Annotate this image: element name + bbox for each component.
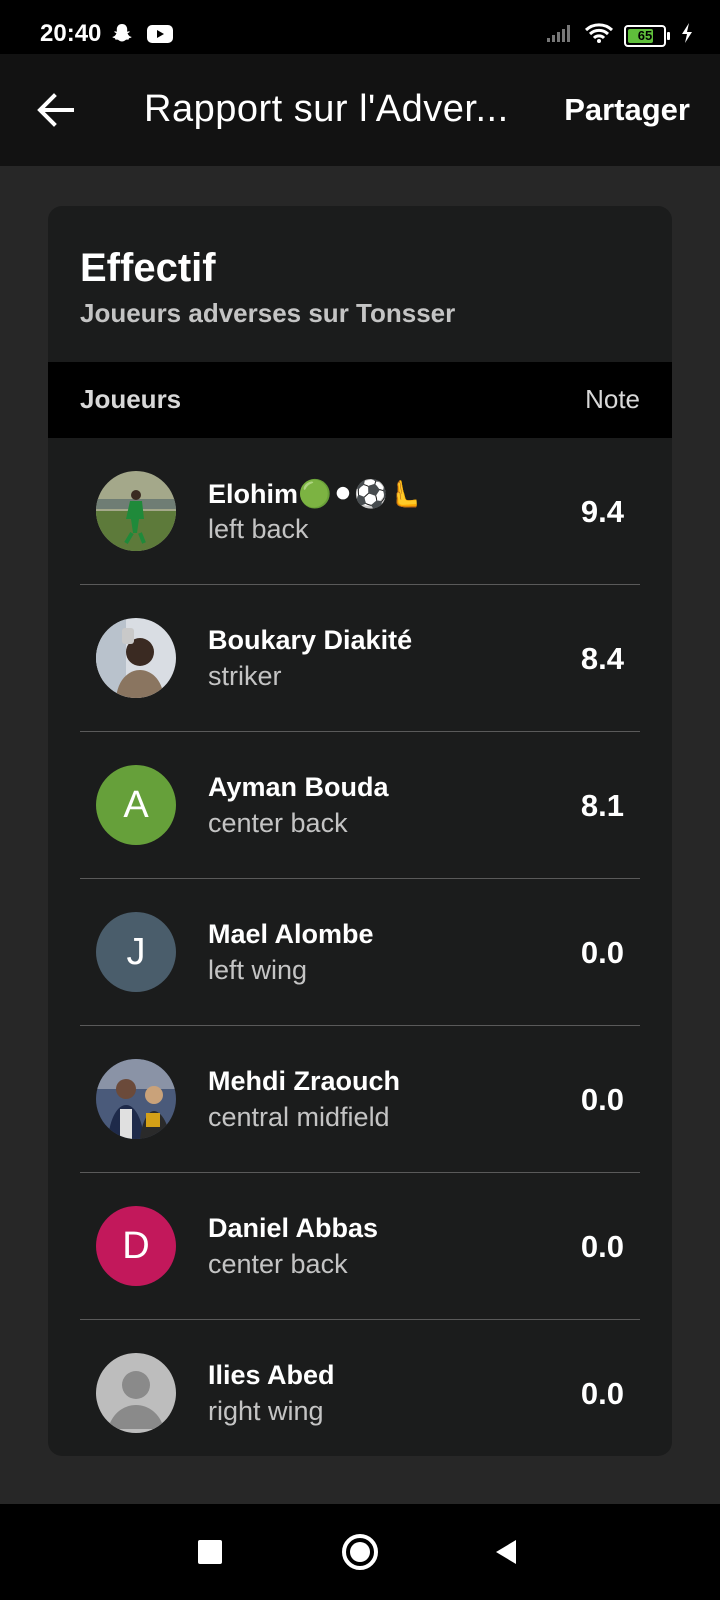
youtube-icon: [146, 23, 174, 50]
player-rating: 0.0: [580, 1082, 624, 1117]
recent-apps-button[interactable]: [198, 1540, 222, 1569]
avatar-letter: D: [122, 1224, 150, 1267]
player-rating: 0.0: [580, 1229, 624, 1264]
avatar: D: [96, 1206, 176, 1286]
player-list: Elohim🟢⚫⚽🫷 left back 9.4 Boukary Diakité…: [80, 438, 640, 1456]
avatar: J: [96, 912, 176, 992]
signal-icon: [546, 23, 574, 48]
avatar-letter: A: [123, 783, 149, 826]
arrow-left-icon: [37, 93, 74, 127]
back-button[interactable]: [36, 92, 76, 128]
app-bar: Rapport sur l'Adver... Partager: [0, 54, 720, 166]
player-rating: 8.4: [580, 641, 624, 676]
player-row[interactable]: J Mael Alombe left wing 0.0: [80, 879, 640, 1026]
charging-bolt-icon: [680, 22, 694, 49]
player-rating: 9.4: [580, 494, 624, 529]
player-rating: 0.0: [580, 935, 624, 970]
avatar-letter: J: [126, 930, 146, 973]
player-name: Ilies Abed: [208, 1360, 335, 1390]
player-position: central midfield: [208, 1102, 390, 1132]
home-icon: [342, 1534, 378, 1570]
player-name: Mael Alombe: [208, 919, 374, 949]
battery-icon: 65: [624, 24, 670, 47]
table-header: Joueurs Note: [48, 362, 672, 438]
notification-icons: [110, 22, 174, 51]
player-position: striker: [208, 661, 282, 691]
status-time: 20:40: [40, 20, 102, 47]
column-header-rating: Note: [585, 384, 640, 414]
navigation-bar: [0, 1504, 720, 1600]
share-button[interactable]: Partager: [564, 92, 690, 128]
player-row[interactable]: Boukary Diakité striker 8.4: [80, 585, 640, 732]
page-title: Rapport sur l'Adver...: [144, 88, 509, 130]
player-row[interactable]: Ilies Abed right wing 0.0: [80, 1320, 640, 1456]
card-subtitle: Joueurs adverses sur Tonsser: [80, 298, 456, 328]
back-nav-button[interactable]: [494, 1538, 518, 1571]
player-position: center back: [208, 1249, 348, 1279]
column-header-players: Joueurs: [80, 384, 182, 414]
avatar: [96, 1059, 176, 1139]
battery-level: 65: [637, 28, 653, 43]
player-row[interactable]: A Ayman Bouda center back 8.1: [80, 732, 640, 879]
player-position: left back: [208, 514, 309, 544]
snapchat-icon: [110, 22, 134, 51]
system-icons: 65: [546, 22, 694, 49]
player-row[interactable]: Mehdi Zraouch central midfield 0.0: [80, 1026, 640, 1173]
player-name: Daniel Abbas: [208, 1213, 379, 1243]
home-button[interactable]: [340, 1532, 380, 1577]
player-name: Boukary Diakité: [208, 625, 413, 655]
player-rating: 0.0: [580, 1376, 624, 1411]
player-position: left wing: [208, 955, 308, 985]
default-avatar-icon: [96, 1353, 176, 1433]
player-row[interactable]: D Daniel Abbas center back 0.0: [80, 1173, 640, 1320]
avatar: A: [96, 765, 176, 845]
player-position: right wing: [208, 1396, 324, 1426]
recent-apps-icon: [198, 1540, 222, 1564]
wifi-icon: [584, 22, 614, 49]
player-name: Elohim🟢⚫⚽🫷: [208, 479, 422, 509]
player-position: center back: [208, 808, 348, 838]
back-triangle-icon: [496, 1540, 516, 1564]
player-row[interactable]: Elohim🟢⚫⚽🫷 left back 9.4: [80, 438, 640, 585]
player-name: Ayman Bouda: [208, 772, 389, 802]
card-title: Effectif: [80, 246, 216, 290]
squad-card: Effectif Joueurs adverses sur Tonsser Jo…: [48, 206, 672, 1456]
player-rating: 8.1: [580, 788, 624, 823]
avatar: [96, 471, 176, 551]
avatar: [96, 618, 176, 698]
player-name: Mehdi Zraouch: [208, 1066, 401, 1096]
